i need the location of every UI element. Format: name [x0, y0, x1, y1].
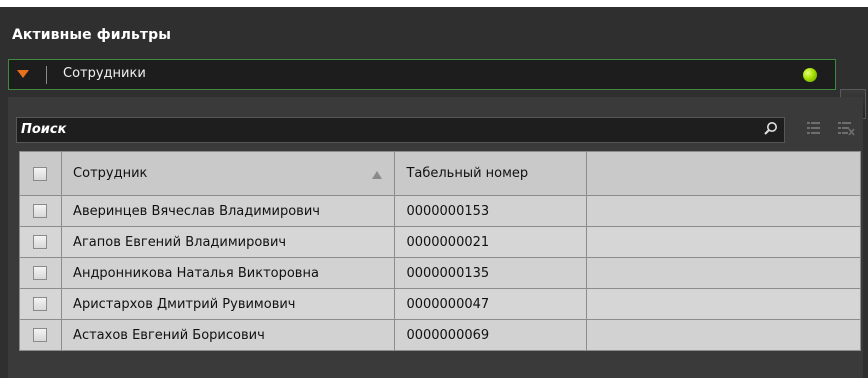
- table-row[interactable]: Астахов Евгений Борисович 0000000069: [18, 319, 862, 351]
- row-checkbox[interactable]: [33, 297, 47, 311]
- search-placeholder: Поиск: [21, 122, 67, 137]
- column-header-employee[interactable]: Сотрудник: [61, 151, 396, 196]
- employee-name: Аристархов Дмитрий Рувимович: [73, 296, 296, 312]
- search-input[interactable]: Поиск: [16, 117, 785, 143]
- employee-number: 0000000153: [406, 203, 490, 219]
- employee-number: 0000000021: [406, 234, 490, 250]
- employee-name: Агапов Евгений Владимирович: [73, 234, 287, 250]
- column-header-number[interactable]: Табельный номер: [394, 151, 587, 196]
- empty-cell: [586, 195, 862, 227]
- table-row[interactable]: Агапов Евгений Владимирович 0000000021: [18, 226, 862, 258]
- select-all-cell: [18, 151, 63, 196]
- triangle-down-icon[interactable]: [17, 70, 29, 78]
- employee-number-cell: 0000000069: [394, 319, 587, 351]
- row-checkbox-cell: [18, 226, 63, 258]
- employee-number: 0000000069: [406, 327, 490, 343]
- employee-number-cell: 0000000153: [394, 195, 587, 227]
- employee-name-cell: Аверинцев Вячеслав Владимирович: [61, 195, 396, 227]
- employee-number: 0000000135: [406, 265, 490, 281]
- empty-cell: [586, 257, 862, 289]
- row-checkbox-cell: [18, 288, 63, 320]
- table-row[interactable]: Андронникова Наталья Викторовна 00000001…: [18, 257, 862, 289]
- column-label: Сотрудник: [73, 166, 148, 181]
- row-checkbox[interactable]: [33, 266, 47, 280]
- employee-number: 0000000047: [406, 296, 490, 312]
- list-clear-icon[interactable]: [837, 120, 855, 136]
- search-icon[interactable]: [763, 121, 779, 137]
- row-checkbox-cell: [18, 195, 63, 227]
- group-label: Сотрудники: [63, 66, 146, 81]
- employee-name-cell: Астахов Евгений Борисович: [61, 319, 396, 351]
- employee-name-cell: Аристархов Дмитрий Рувимович: [61, 288, 396, 320]
- row-checkbox-cell: [18, 319, 63, 351]
- table-header-row: Сотрудник Табельный номер: [18, 151, 862, 196]
- row-checkbox[interactable]: [33, 204, 47, 218]
- separator: [46, 66, 47, 84]
- row-checkbox-cell: [18, 257, 63, 289]
- employee-name: Аверинцев Вячеслав Владимирович: [73, 203, 320, 219]
- column-label: Табельный номер: [406, 166, 529, 181]
- empty-cell: [586, 226, 862, 258]
- employees-group-header[interactable]: Сотрудники: [8, 59, 836, 90]
- employee-name-cell: Агапов Евгений Владимирович: [61, 226, 396, 258]
- employee-name: Андронникова Наталья Викторовна: [73, 265, 319, 281]
- row-checkbox[interactable]: [33, 328, 47, 342]
- employee-number-cell: 0000000135: [394, 257, 587, 289]
- sort-ascending-icon: [372, 171, 383, 179]
- select-all-checkbox[interactable]: [33, 166, 47, 181]
- employee-name-cell: Андронникова Наталья Викторовна: [61, 257, 396, 289]
- employee-number-cell: 0000000047: [394, 288, 587, 320]
- row-checkbox[interactable]: [33, 235, 47, 249]
- list-select-icon[interactable]: [806, 120, 822, 136]
- panel-title: Активные фильтры: [12, 27, 172, 43]
- empty-cell: [586, 319, 862, 351]
- empty-cell: [586, 288, 862, 320]
- column-header-empty: [586, 151, 862, 196]
- status-indicator: [803, 68, 817, 82]
- table-row[interactable]: Аристархов Дмитрий Рувимович 0000000047: [18, 288, 862, 320]
- employees-table: Сотрудник Табельный номер Аверинцев Вяче…: [18, 151, 862, 351]
- employee-number-cell: 0000000021: [394, 226, 587, 258]
- table-row[interactable]: Аверинцев Вячеслав Владимирович 00000001…: [18, 195, 862, 227]
- employee-name: Астахов Евгений Борисович: [73, 327, 265, 343]
